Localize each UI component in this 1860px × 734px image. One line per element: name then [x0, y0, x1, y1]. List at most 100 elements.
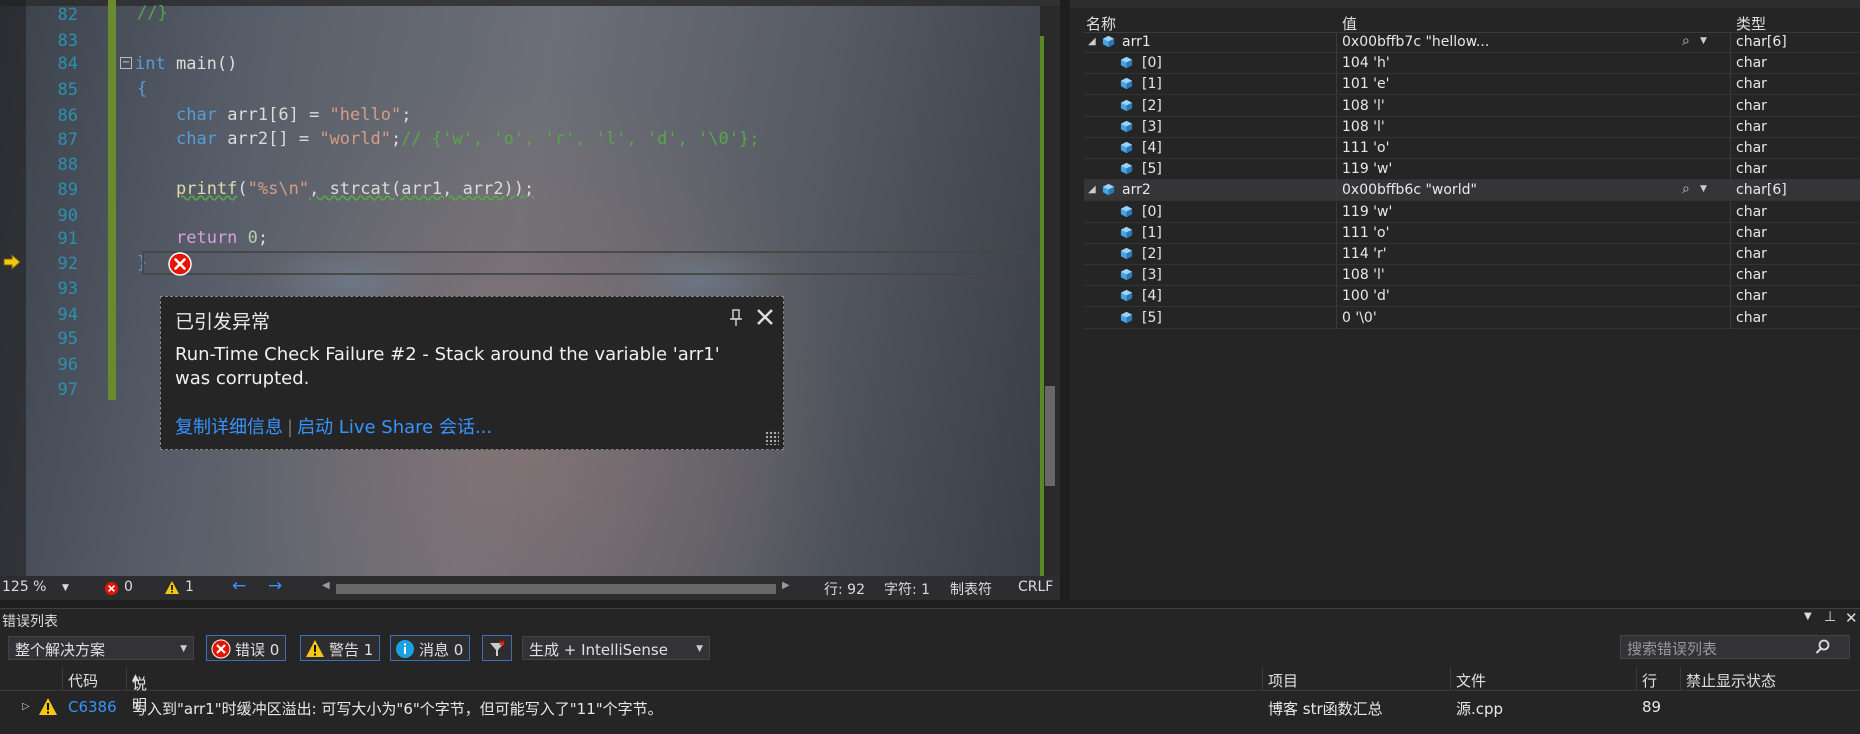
variable-icon [1120, 226, 1133, 243]
next-issue-arrow-icon[interactable]: → [268, 576, 282, 596]
watch-row-arr1-element[interactable]: [2] 108 'l' char [1084, 95, 1860, 117]
variable-icon [1120, 99, 1133, 116]
variable-icon [1120, 77, 1133, 94]
errors-filter-button[interactable]: 错误 0 [206, 635, 287, 661]
watch-value[interactable]: 119 'w' [1342, 204, 1392, 220]
watch-type: char [1736, 267, 1767, 284]
watch-value[interactable]: 0x00bffb6c "world" [1342, 182, 1477, 198]
warning-icon [39, 698, 57, 715]
resize-grip[interactable] [765, 431, 779, 445]
col-project[interactable]: 项目 [1268, 670, 1298, 691]
exception-error-icon[interactable] [168, 252, 192, 276]
watch-row-arr1-element[interactable]: [4] 111 'o' char [1084, 138, 1860, 159]
watch-value[interactable]: 0x00bffb7c "hellow... [1342, 34, 1489, 50]
scope-dropdown[interactable]: 整个解决方案 ▼ [8, 636, 194, 660]
col-suppression[interactable]: 禁止显示状态 [1686, 670, 1776, 691]
col-code[interactable]: 代码 [68, 670, 98, 691]
scroll-right-icon[interactable]: ▶ [782, 580, 790, 591]
watch-value[interactable]: 119 'w' [1342, 161, 1392, 177]
magnifier-icon[interactable]: ⌕ [1682, 33, 1690, 49]
col-line[interactable]: 行 [1642, 670, 1657, 691]
watch-header: 名称 值 类型 [1084, 11, 1860, 33]
watch-row-arr2-element[interactable]: [2] 114 'r' char [1084, 244, 1860, 265]
error-list-row[interactable]: ▷ C6386 写入到"arr1"时缓冲区溢出: 可写大小为"6"个字节，但可能… [0, 695, 1860, 719]
watch-row-arr1[interactable]: ◢ arr1 0x00bffb7c "hellow... ⌕ ▼ char[6] [1084, 32, 1860, 53]
close-icon[interactable] [755, 307, 775, 327]
watch-value[interactable]: 111 'o' [1342, 225, 1389, 241]
warning-count-icon[interactable] [164, 580, 180, 595]
error-count-icon[interactable] [104, 581, 119, 596]
copy-details-link[interactable]: 复制详细信息 [175, 417, 283, 438]
watch-value[interactable]: 114 'r' [1342, 246, 1387, 262]
col-value[interactable]: 值 [1342, 13, 1357, 34]
watch-value[interactable]: 101 'e' [1342, 76, 1389, 92]
watch-value[interactable]: 104 'h' [1342, 55, 1390, 71]
watch-row-arr2-element[interactable]: [4] 100 'd' char [1084, 286, 1860, 308]
zoom-level[interactable]: 125 % [2, 579, 46, 595]
watch-row-arr1-element[interactable]: [5] 119 'w' char [1084, 159, 1860, 181]
scrollbar-thumb[interactable] [1045, 386, 1055, 486]
watch-row-arr1-element[interactable]: [3] 108 'l' char [1084, 116, 1860, 138]
watch-row-arr1-element[interactable]: [0] 104 'h' char [1084, 53, 1860, 75]
pin-icon[interactable] [729, 309, 743, 327]
scroll-left-icon[interactable]: ◀ [322, 580, 330, 591]
watch-value[interactable]: 108 'l' [1342, 267, 1385, 283]
error-list-title: 错误列表 [2, 614, 58, 630]
col-type[interactable]: 类型 [1736, 13, 1766, 34]
watch-row-arr2-element[interactable]: [0] 119 'w' char [1084, 201, 1860, 223]
messages-filter-button[interactable]: 消息 0 [390, 635, 471, 661]
collapse-triangle-icon[interactable]: ◢ [1088, 36, 1096, 47]
watch-type: char [1736, 118, 1767, 135]
hscroll-thumb[interactable] [336, 584, 776, 594]
code-line-84: int main() [135, 54, 238, 74]
editor-horizontal-scrollbar[interactable]: ◀ ▶ [322, 580, 792, 595]
line-number: 86 [57, 106, 78, 126]
watch-value[interactable]: 108 'l' [1342, 98, 1385, 114]
exception-links: 复制详细信息 | 启动 Live Share 会话... [175, 417, 493, 438]
code-editor[interactable]: 82 83 84 85 86 87 88 89 90 91 92 93 94 9… [0, 0, 1060, 600]
expand-row-icon[interactable]: ▷ [22, 701, 30, 712]
watch-value[interactable]: 111 'o' [1342, 140, 1389, 156]
warnings-filter-label: 警告 1 [329, 641, 374, 659]
close-icon[interactable]: ✕ [1845, 609, 1858, 627]
watch-value[interactable]: 0 '\0' [1342, 310, 1377, 326]
prev-issue-arrow-icon[interactable]: ← [232, 576, 246, 596]
window-menu-icon[interactable]: ▼ [1804, 611, 1812, 622]
watch-row-arr2[interactable]: ◢ arr2 0x00bffb6c "world" ⌕ ▼ char[6] [1084, 180, 1860, 202]
col-file[interactable]: 文件 [1456, 670, 1486, 691]
build-source-dropdown[interactable]: 生成 + IntelliSense ▼ [522, 636, 710, 660]
warning-code-link[interactable]: C6386 [68, 698, 117, 716]
pin-icon[interactable]: ⊥ [1824, 609, 1836, 625]
watch-value[interactable]: 100 'd' [1342, 288, 1390, 304]
breakpoint-margin[interactable] [0, 0, 26, 580]
watch-row-arr2-element[interactable]: [1] 111 'o' char [1084, 222, 1860, 244]
collapse-triangle-icon[interactable]: ◢ [1088, 184, 1096, 195]
col-name[interactable]: 名称 [1086, 13, 1116, 34]
filter-toggle-button[interactable] [482, 635, 512, 661]
line-number: 85 [57, 80, 78, 100]
line-ending[interactable]: CRLF [1018, 579, 1053, 595]
warning-project: 博客 str函数汇总 [1268, 700, 1383, 718]
watch-name: [0] [1142, 55, 1162, 72]
watch-type: char [1736, 288, 1767, 305]
editor-vertical-scrollbar[interactable] [1040, 6, 1060, 576]
watch-row-arr1-element[interactable]: [1] 101 'e' char [1084, 74, 1860, 96]
indent-mode[interactable]: 制表符 [950, 579, 992, 599]
search-icon[interactable] [1815, 639, 1831, 655]
watch-type: char [1736, 76, 1767, 93]
search-error-list-input[interactable]: 搜索错误列表 [1620, 635, 1850, 659]
code-text[interactable]: //} int main() { char arr1[6] = "hello";… [125, 0, 1045, 580]
warnings-filter-button[interactable]: 警告 1 [300, 635, 381, 661]
visualizer-dropdown-icon[interactable]: ▼ [1700, 184, 1707, 194]
zoom-dropdown-icon[interactable]: ▼ [62, 583, 69, 593]
magnifier-icon[interactable]: ⌕ [1682, 181, 1690, 197]
live-share-link[interactable]: 启动 Live Share 会话... [297, 417, 492, 438]
build-source-label: 生成 + IntelliSense [529, 641, 668, 659]
watch-row-arr2-element[interactable]: [3] 108 'l' char [1084, 265, 1860, 287]
cursor-line[interactable]: 行: 92 [824, 579, 865, 599]
change-tracking-bar [108, 0, 116, 400]
cursor-char[interactable]: 字符: 1 [884, 579, 930, 599]
visualizer-dropdown-icon[interactable]: ▼ [1700, 36, 1707, 46]
watch-value[interactable]: 108 'l' [1342, 119, 1385, 135]
watch-row-arr2-element[interactable]: [5] 0 '\0' char [1084, 307, 1860, 329]
